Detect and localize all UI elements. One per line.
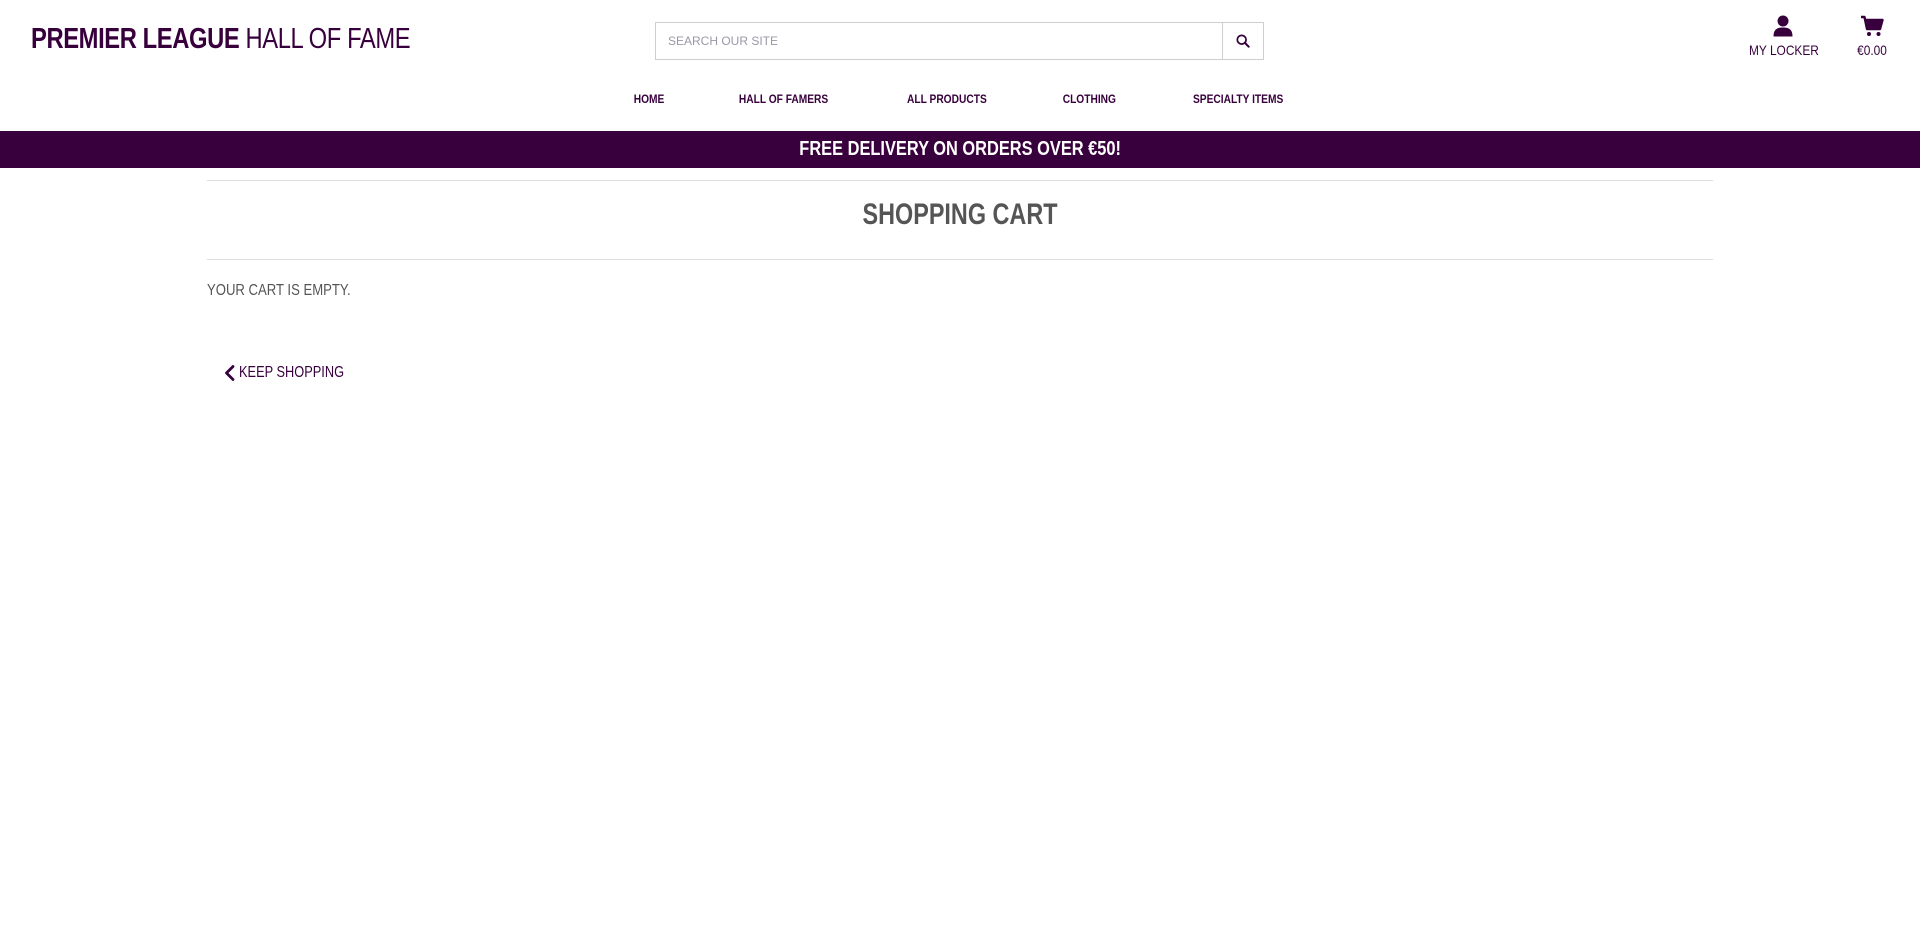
main-nav: Home Hall of Famers All Products Clothin… xyxy=(0,92,1920,106)
search-input[interactable] xyxy=(655,22,1222,60)
nav-item-specialty-items[interactable]: Specialty Items xyxy=(1165,92,1310,106)
empty-cart-message: Your cart is empty. xyxy=(207,282,1713,300)
nav-item-hall-of-famers[interactable]: Hall of Famers xyxy=(712,92,856,106)
cart-total: €0.00 xyxy=(1857,42,1887,58)
site-header: Premier League Hall of Fame My Locker xyxy=(0,0,1920,131)
keep-shopping-link[interactable]: Keep Shopping xyxy=(224,364,370,382)
search-form xyxy=(655,22,1264,60)
delivery-banner-text: Free delivery on orders over €50! xyxy=(799,138,1121,160)
my-locker-link[interactable]: My Locker xyxy=(1743,14,1823,58)
brand-light: Hall of Fame xyxy=(245,23,411,55)
delivery-banner: Free delivery on orders over €50! xyxy=(0,131,1920,168)
site-logo[interactable]: Premier League Hall of Fame xyxy=(31,20,411,58)
search-icon xyxy=(1236,34,1250,48)
brand-bold: Premier League xyxy=(31,23,240,55)
cart-page: Shopping Cart Your cart is empty. Keep S… xyxy=(207,180,1713,386)
search-button[interactable] xyxy=(1222,22,1264,60)
empty-cart-text: Your cart is empty. xyxy=(207,282,351,299)
cart-link[interactable]: €0.00 xyxy=(1832,14,1912,58)
keep-shopping-label: Keep Shopping xyxy=(239,364,345,381)
user-icon xyxy=(1743,14,1823,38)
page-title-text: Shopping Cart xyxy=(862,198,1058,231)
my-locker-label: My Locker xyxy=(1749,42,1819,58)
page-title: Shopping Cart xyxy=(207,181,1713,259)
cart-icon xyxy=(1832,14,1912,38)
nav-item-clothing[interactable]: Clothing xyxy=(1035,92,1143,106)
nav-item-all-products[interactable]: All Products xyxy=(880,92,1014,106)
chevron-left-icon xyxy=(225,365,235,381)
divider-bottom xyxy=(207,259,1713,260)
nav-item-home[interactable]: Home xyxy=(607,92,692,106)
